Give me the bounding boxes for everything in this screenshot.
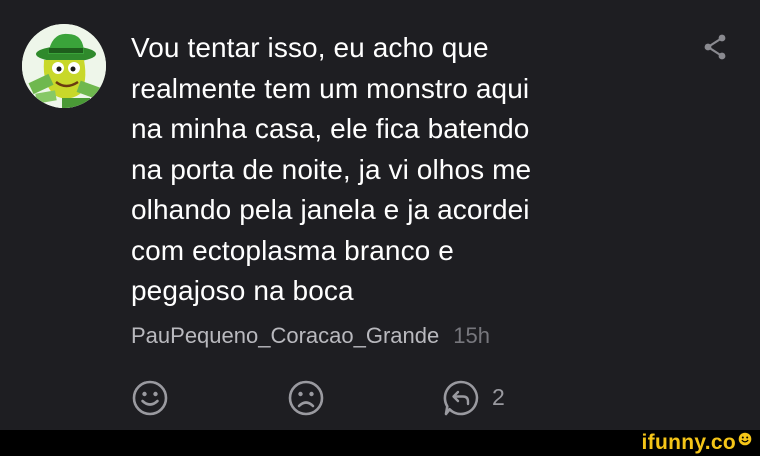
smile-icon[interactable]: [130, 378, 170, 418]
comment-meta: PauPequeno_Coracao_Grande 15h: [131, 322, 490, 350]
watermark-text: ifunny.co: [641, 431, 736, 454]
ifunny-watermark: ifunny.co: [642, 430, 752, 456]
username[interactable]: PauPequeno_Coracao_Grande: [131, 323, 439, 348]
avatar[interactable]: [22, 24, 106, 108]
footer-bar: ifunny.co: [0, 430, 760, 456]
timestamp: 15h: [453, 323, 490, 348]
share-icon[interactable]: [700, 32, 730, 62]
reply-count: 2: [492, 384, 505, 410]
smile-logo-icon: [738, 432, 752, 446]
avatar-image: [22, 24, 106, 108]
comment-card: Vou tentar isso, eu acho que realmente t…: [0, 0, 760, 430]
comment-text: Vou tentar isso, eu acho que realmente t…: [131, 32, 532, 306]
frown-icon[interactable]: [286, 378, 326, 418]
reply-icon[interactable]: [441, 378, 481, 418]
